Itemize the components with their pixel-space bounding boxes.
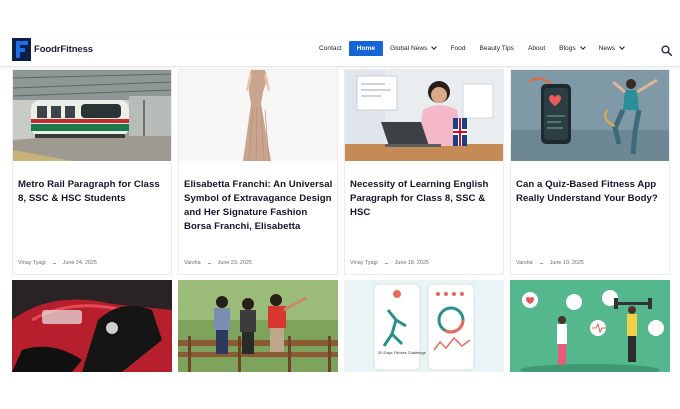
logo-icon	[12, 38, 31, 61]
challenge-caption: 30 Days Fitness Challenge	[378, 350, 427, 355]
post-meta: Varsha June 23, 2025	[184, 260, 252, 266]
post-meta: Vinay Tyagi June 24, 2025	[18, 260, 97, 266]
car-glove-image	[12, 280, 172, 372]
fitness-illustration-image	[510, 280, 670, 372]
post-author[interactable]: Vinay Tyagi	[350, 260, 378, 266]
post-title[interactable]: Can a Quiz-Based Fitness App Really Unde…	[516, 178, 666, 206]
nav-label: News	[598, 45, 616, 52]
nav-contact[interactable]: Contact	[312, 41, 349, 56]
post-thumbnail[interactable]	[511, 70, 669, 161]
post-date: June 18, 2025	[394, 260, 429, 266]
post-card[interactable]: Can a Quiz-Based Fitness App Really Unde…	[510, 69, 670, 275]
post-thumbnail[interactable]	[13, 70, 171, 161]
site-header: FoodrFitness Contact Home Global News Fo…	[0, 33, 680, 67]
chevron-down-icon	[431, 44, 438, 50]
chevron-down-icon	[619, 44, 626, 50]
post-title[interactable]: Metro Rail Paragraph for Class 8, SSC & …	[18, 178, 168, 206]
nav-label: Contact	[319, 45, 342, 52]
friends-bench-image	[178, 280, 338, 372]
nav-label: Home	[356, 45, 376, 52]
nav-news[interactable]: News	[592, 41, 632, 56]
post-card[interactable]	[510, 280, 670, 372]
post-thumbnail[interactable]	[179, 70, 337, 161]
nav-label: Global News	[390, 45, 428, 52]
post-date: June 23, 2025	[217, 260, 252, 266]
nav-food[interactable]: Food	[443, 41, 472, 56]
post-card[interactable]: Metro Rail Paragraph for Class 8, SSC & …	[12, 69, 172, 275]
post-title[interactable]: Necessity of Learning English Paragraph …	[350, 178, 500, 220]
post-card[interactable]	[178, 280, 338, 372]
fitness-challenge-image: 30 Days Fitness Challenge	[344, 280, 504, 372]
post-meta: Varsha June 10, 2025	[516, 260, 584, 266]
post-date: June 24, 2025	[62, 260, 97, 266]
nav-label: Food	[450, 45, 466, 52]
site-name: FoodrFitness	[34, 44, 93, 55]
meta-separator	[539, 262, 543, 264]
post-thumbnail[interactable]	[178, 280, 338, 372]
post-date: June 10, 2025	[549, 260, 584, 266]
post-thumbnail[interactable]	[12, 280, 172, 372]
nav-blogs[interactable]: Blogs	[552, 41, 592, 56]
post-card[interactable]: Elisabetta Franchi: An Universal Symbol …	[178, 69, 338, 275]
main-nav: Contact Home Global News Food Beauty Tip…	[312, 41, 631, 56]
post-author[interactable]: Varsha	[184, 260, 201, 266]
metro-train-image	[13, 70, 171, 161]
woman-laptop-image	[345, 70, 503, 161]
nav-global-news[interactable]: Global News	[383, 41, 443, 56]
top-band	[0, 0, 680, 33]
post-thumbnail[interactable]	[345, 70, 503, 161]
post-meta: Vinay Tyagi June 18, 2025	[350, 260, 429, 266]
post-thumbnail[interactable]	[510, 280, 670, 372]
meta-separator	[384, 262, 388, 264]
nav-beauty-tips[interactable]: Beauty Tips	[472, 41, 520, 56]
meta-separator	[52, 262, 56, 264]
post-thumbnail[interactable]: 30 Days Fitness Challenge	[344, 280, 504, 372]
fashion-dress-image	[179, 70, 337, 161]
site-logo[interactable]: FoodrFitness	[12, 38, 93, 61]
nav-label: About	[527, 45, 546, 52]
nav-label: Blogs	[559, 45, 576, 52]
nav-home[interactable]: Home	[348, 41, 384, 56]
meta-separator	[207, 262, 211, 264]
fitness-app-image	[511, 70, 669, 161]
search-icon[interactable]	[661, 45, 672, 56]
post-card[interactable]: Necessity of Learning English Paragraph …	[344, 69, 504, 275]
post-card[interactable]: 30 Days Fitness Challenge	[344, 280, 504, 372]
post-author[interactable]: Varsha	[516, 260, 533, 266]
post-card[interactable]	[12, 280, 172, 372]
chevron-down-icon	[579, 44, 586, 50]
nav-about[interactable]: About	[521, 41, 552, 56]
post-title[interactable]: Elisabetta Franchi: An Universal Symbol …	[184, 178, 334, 234]
nav-label: Beauty Tips	[479, 45, 514, 52]
post-author[interactable]: Vinay Tyagi	[18, 260, 46, 266]
